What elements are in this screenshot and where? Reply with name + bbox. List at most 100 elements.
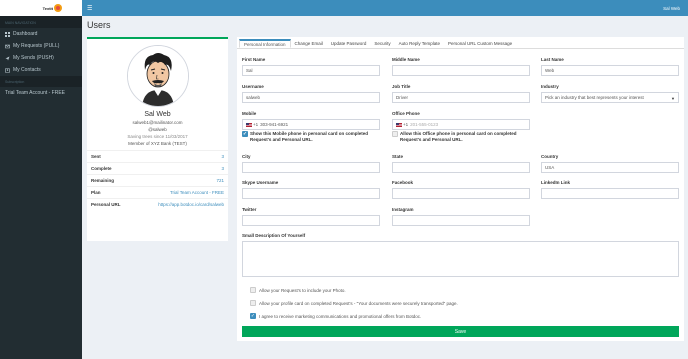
job-title-label: Job Title — [392, 84, 411, 89]
chevron-down-icon: ▼ — [671, 96, 675, 101]
city-label: City — [242, 154, 251, 159]
top-navbar: ☰ Sal Web — [82, 0, 688, 16]
user-menu[interactable]: Sal Web — [663, 6, 683, 11]
stat-value: 3 — [221, 154, 224, 159]
middle-name-input[interactable] — [392, 65, 530, 76]
inbox-icon — [5, 44, 10, 49]
mobile-input[interactable]: +1 303-941-6921 — [242, 119, 380, 130]
sidebar-item-requests[interactable]: My Requests (PULL) — [0, 40, 82, 52]
office-phone-label: Office Phone — [392, 111, 420, 116]
profile-email: salweb1@mailinator.com — [132, 120, 183, 125]
photo-option-checkbox[interactable]: Allow your Request's to include your Pho… — [250, 287, 346, 293]
card-option-text: Allow your profile card on completed Req… — [259, 300, 458, 306]
marketing-option-text: I agree to receive marketing communicati… — [259, 313, 422, 319]
sidebar-item-dashboard[interactable]: Dashboard — [0, 28, 82, 40]
instagram-label: Instagram — [392, 207, 414, 212]
checkbox-checked-icon[interactable]: ✓ — [250, 313, 256, 319]
us-flag-icon[interactable] — [396, 122, 402, 127]
mobile-visibility-text: Show this Mobile phone in personal card … — [250, 131, 369, 142]
state-input[interactable] — [392, 162, 530, 173]
city-input[interactable] — [242, 162, 380, 173]
industry-select[interactable]: Pick an industry that best represents yo… — [541, 92, 679, 103]
checkbox-unchecked-icon[interactable] — [250, 287, 256, 293]
skype-input[interactable] — [242, 188, 380, 199]
office-phone-placeholder: 201-555-0123 — [410, 122, 439, 127]
marketing-option-checkbox[interactable]: ✓ I agree to receive marketing communica… — [250, 313, 421, 319]
photo-option-text: Allow your Request's to include your Pho… — [259, 287, 346, 293]
tab-auto-reply-template[interactable]: Auto Reply Template — [395, 39, 444, 48]
sidebar-item-label: My Requests (PULL) — [13, 43, 60, 49]
middle-name-label: Middle Name — [392, 57, 420, 62]
country-label: Country — [541, 154, 559, 159]
send-icon — [5, 56, 10, 61]
sidebar-item-label: Dashboard — [13, 31, 38, 37]
logo[interactable]: Textit — [43, 4, 62, 12]
linkedin-label: LinkedIn Link — [541, 180, 571, 185]
twitter-input[interactable] — [242, 215, 380, 226]
sidebar-item-contacts[interactable]: My Contacts — [0, 64, 82, 76]
tab-change-email[interactable]: Change Email — [291, 39, 327, 48]
stat-label: Sent — [91, 154, 101, 159]
sidebar-item-label: My Sends (PUSH) — [13, 55, 54, 61]
industry-label: Industry — [541, 84, 559, 89]
stat-row-complete: Complete 3 — [87, 162, 228, 174]
twitter-label: Twitter — [242, 207, 257, 212]
country-input[interactable]: USA — [541, 162, 679, 173]
username-input[interactable]: salweb — [242, 92, 380, 103]
profile-member: Member of XYZ Bank (TEST) — [128, 141, 187, 146]
logo-area[interactable]: Textit — [0, 0, 82, 16]
mobile-dial-code: +1 — [253, 122, 259, 127]
checkbox-checked-icon[interactable]: ✓ — [242, 131, 248, 137]
page-title: Users — [87, 20, 111, 30]
avatar-illustration — [127, 46, 188, 106]
sidebar-item-label: My Contacts — [13, 67, 41, 73]
stat-row-plan: Plan Trial Team Account - FREE — [87, 186, 228, 198]
last-name-input[interactable]: Web — [541, 65, 679, 76]
dashboard-icon — [5, 31, 10, 37]
sidebar-item-plan[interactable]: Trial Team Account - FREE — [0, 87, 82, 99]
tab-personal-url-message[interactable]: Personal URL Custom Message — [444, 39, 516, 48]
facebook-label: Facebook — [392, 180, 414, 185]
industry-selected: Pick an industry that best represents yo… — [545, 95, 644, 100]
tab-personal-information[interactable]: Personal Information — [239, 39, 291, 48]
linkedin-input[interactable] — [541, 188, 679, 199]
checkbox-unchecked-icon[interactable] — [250, 300, 256, 306]
mobile-visibility-checkbox[interactable]: ✓ Show this Mobile phone in personal car… — [242, 131, 387, 143]
sidebar: Textit MAIN NAVIGATION Dashboard My Requ… — [0, 0, 82, 359]
tab-security[interactable]: Security — [370, 39, 394, 48]
nav-header: MAIN NAVIGATION — [0, 16, 82, 28]
personal-url-link[interactable]: https://app.botdoc.io/card/salweb — [158, 202, 224, 207]
tab-bar: Personal Information Change Email Update… — [237, 37, 684, 49]
stat-value: 3 — [221, 166, 224, 171]
save-button[interactable]: Save — [242, 326, 679, 337]
office-phone-input[interactable]: +1 201-555-0123 — [392, 119, 530, 130]
logo-mark — [54, 4, 62, 12]
instagram-input[interactable] — [392, 215, 530, 226]
hamburger-icon[interactable]: ☰ — [87, 5, 92, 12]
avatar — [126, 45, 189, 107]
tab-update-password[interactable]: Update Password — [327, 39, 371, 48]
username-label: Username — [242, 84, 264, 89]
stat-label: Complete — [91, 166, 112, 171]
office-visibility-text: Allow this Office phone in personal card… — [400, 131, 517, 142]
checkbox-unchecked-icon[interactable] — [392, 131, 398, 137]
us-flag-icon[interactable] — [246, 122, 252, 127]
profile-since: Saving trees since 11/03/2017 — [127, 134, 188, 139]
first-name-label: First Name — [242, 57, 266, 62]
plan-link[interactable]: Trial Team Account - FREE — [170, 190, 224, 195]
stat-row-remaining: Remaining 721 — [87, 174, 228, 186]
mobile-label: Mobile — [242, 111, 257, 116]
stat-row-sent: Sent 3 — [87, 150, 228, 162]
first-name-input[interactable]: Sal — [242, 65, 380, 76]
card-option-checkbox[interactable]: Allow your profile card on completed Req… — [250, 300, 458, 306]
sidebar-item-sends[interactable]: My Sends (PUSH) — [0, 52, 82, 64]
state-label: State — [392, 154, 404, 159]
job-title-input[interactable]: Driver — [392, 92, 530, 103]
stat-row-url: Personal URL https://app.botdoc.io/card/… — [87, 198, 228, 210]
office-visibility-checkbox[interactable]: Allow this Office phone in personal card… — [392, 131, 532, 143]
facebook-input[interactable] — [392, 188, 530, 199]
last-name-label: Last Name — [541, 57, 564, 62]
profile-handle: @salweb — [148, 127, 167, 132]
subscription-header: Subscription — [0, 76, 82, 87]
description-textarea[interactable] — [242, 241, 679, 277]
